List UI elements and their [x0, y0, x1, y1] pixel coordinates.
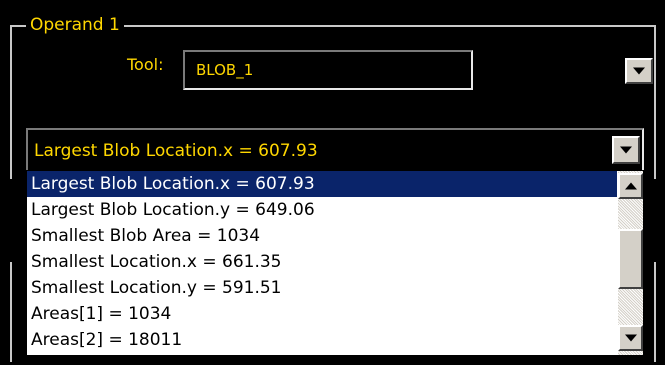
scroll-down-button[interactable]: [618, 325, 643, 351]
list-item[interactable]: Largest Blob Location.x = 607.93: [27, 171, 617, 197]
arrow-down-icon: [624, 334, 637, 342]
scroll-up-button[interactable]: [618, 173, 643, 199]
list-item[interactable]: Areas[1] = 1034: [27, 301, 617, 327]
scrollbar-thumb[interactable]: [618, 229, 643, 289]
tool-label: Tool:: [127, 55, 164, 74]
measurement-dropdown-list[interactable]: Largest Blob Location.x = 607.93 Largest…: [26, 170, 644, 356]
list-item[interactable]: Smallest Blob Area = 1034: [27, 223, 617, 249]
list-scrollbar[interactable]: [618, 171, 643, 355]
chevron-down-icon: [620, 146, 632, 154]
list-item[interactable]: Smallest Location.y = 591.51: [27, 275, 617, 301]
chevron-down-icon: [633, 67, 645, 75]
list-item[interactable]: Largest Blob Location.y = 649.06: [27, 197, 617, 223]
measurement-select[interactable]: Largest Blob Location.x = 607.93: [26, 128, 644, 172]
list-item[interactable]: Smallest Location.x = 661.35: [27, 249, 617, 275]
tool-select-value: BLOB_1: [196, 61, 254, 79]
operand-group-title: Operand 1: [26, 14, 124, 36]
list-item[interactable]: Areas[2] = 18011: [27, 327, 617, 353]
arrow-up-icon: [624, 182, 637, 190]
measurement-select-value: Largest Blob Location.x = 607.93: [34, 141, 318, 161]
measurement-dropdown-button[interactable]: [612, 136, 640, 164]
tool-select[interactable]: BLOB_1: [183, 50, 653, 90]
tool-dropdown-button[interactable]: [625, 58, 653, 84]
